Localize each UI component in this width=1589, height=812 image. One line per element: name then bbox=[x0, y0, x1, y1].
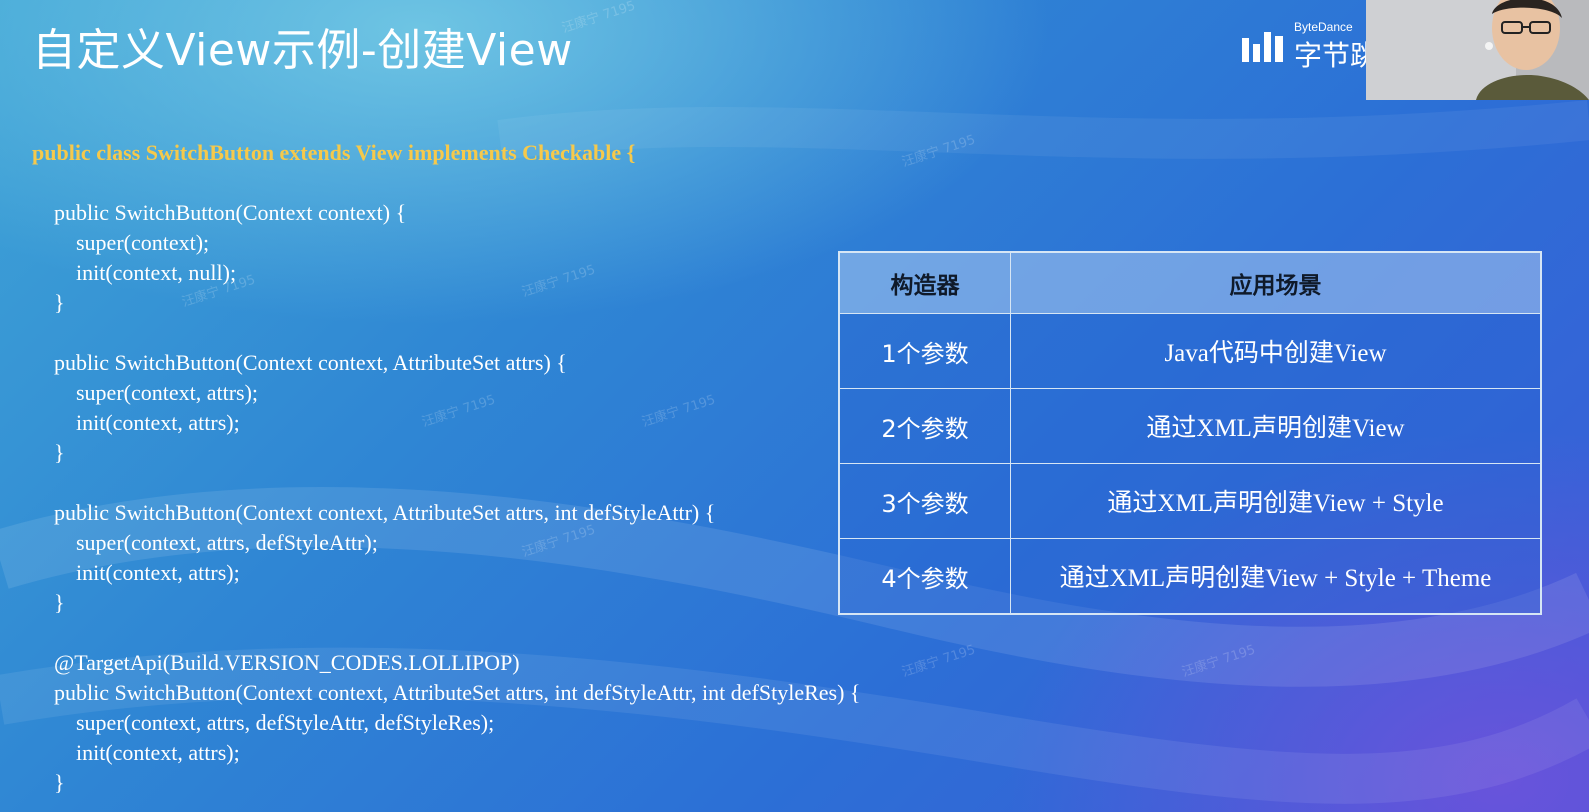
code-line: } bbox=[32, 290, 65, 315]
table-row: 1个参数 Java代码中创建View bbox=[838, 313, 1542, 389]
code-line: init(context, null); bbox=[32, 260, 237, 285]
bytedance-logo-icon bbox=[1242, 32, 1283, 62]
watermark: 汪康宁 7195 bbox=[1180, 642, 1258, 681]
watermark: 汪康宁 7195 bbox=[900, 132, 978, 171]
constructor-table: 构造器 应用场景 1个参数 Java代码中创建View 2个参数 通过XML声明… bbox=[838, 251, 1542, 615]
table-cell-constructor: 1个参数 bbox=[838, 313, 1011, 389]
table-row: 4个参数 通过XML声明创建View + Style + Theme bbox=[838, 538, 1542, 615]
presenter-webcam bbox=[1366, 0, 1589, 100]
table-cell-constructor: 3个参数 bbox=[838, 463, 1011, 539]
table-cell-scenario: 通过XML声明创建View + Style + Theme bbox=[1010, 538, 1542, 615]
brand-name-en: ByteDance bbox=[1294, 20, 1353, 34]
table-cell-constructor: 4个参数 bbox=[838, 538, 1011, 615]
brand-name-cn: 字节跳动 bbox=[1294, 39, 1366, 72]
watermark: 汪康宁 7195 bbox=[560, 0, 638, 37]
code-line: public class SwitchButton extends View i… bbox=[32, 140, 636, 165]
code-line: } bbox=[32, 770, 65, 795]
table-row: 2个参数 通过XML声明创建View bbox=[838, 388, 1542, 464]
code-line: public SwitchButton(Context context, Att… bbox=[32, 500, 716, 525]
slide-title: 自定义View示例-创建View bbox=[32, 25, 573, 76]
bytedance-logo: ByteDance 字节跳动 bbox=[1242, 20, 1366, 72]
code-block: public class SwitchButton extends View i… bbox=[32, 138, 860, 798]
constructor-table-grid: 构造器 应用场景 1个参数 Java代码中创建View 2个参数 通过XML声明… bbox=[838, 251, 1542, 615]
header-constructor: 构造器 bbox=[838, 251, 1011, 314]
table-cell-scenario: 通过XML声明创建View + Style bbox=[1010, 463, 1542, 539]
presenter-avatar bbox=[1366, 0, 1589, 100]
code-line: super(context, attrs, defStyleAttr); bbox=[32, 530, 378, 555]
table-header-row: 构造器 应用场景 bbox=[838, 251, 1542, 314]
code-line: super(context); bbox=[32, 230, 210, 255]
header-scenario: 应用场景 bbox=[1010, 251, 1542, 314]
code-line: } bbox=[32, 440, 65, 465]
code-line: init(context, attrs); bbox=[32, 740, 240, 765]
code-line: init(context, attrs); bbox=[32, 560, 240, 585]
code-line: public SwitchButton(Context context) { bbox=[32, 200, 407, 225]
table-cell-scenario: Java代码中创建View bbox=[1010, 313, 1542, 389]
code-line: public SwitchButton(Context context, Att… bbox=[32, 680, 861, 705]
code-line: public SwitchButton(Context context, Att… bbox=[32, 350, 567, 375]
code-line: } bbox=[32, 590, 65, 615]
code-line: @TargetApi(Build.VERSION_CODES.LOLLIPOP) bbox=[32, 650, 520, 675]
table-cell-constructor: 2个参数 bbox=[838, 388, 1011, 464]
table-row: 3个参数 通过XML声明创建View + Style bbox=[838, 463, 1542, 539]
table-cell-scenario: 通过XML声明创建View bbox=[1010, 388, 1542, 464]
code-line: super(context, attrs, defStyleAttr, defS… bbox=[32, 710, 495, 735]
watermark: 汪康宁 7195 bbox=[900, 642, 978, 681]
